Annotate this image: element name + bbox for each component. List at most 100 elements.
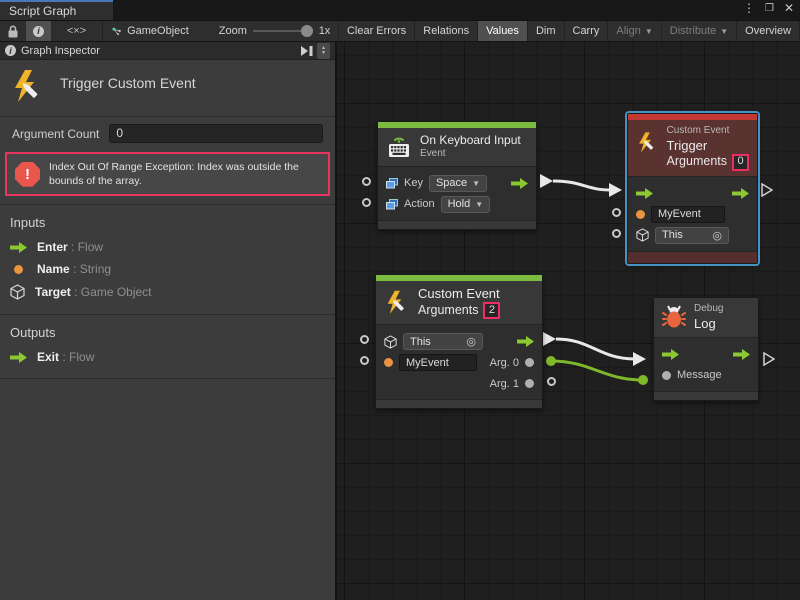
object-picker-icon[interactable]: ◎ [712, 229, 722, 242]
node-title: Log [694, 316, 723, 332]
node-footer [376, 399, 542, 408]
port-ce-target-input[interactable] [360, 335, 369, 344]
code-preview-button[interactable]: <×> [60, 21, 93, 41]
key-selector-icon [386, 199, 398, 210]
string-port[interactable] [384, 358, 393, 367]
inspector-toggle-button[interactable]: i [26, 21, 51, 41]
arg0-output-port[interactable] [525, 358, 534, 367]
action-port-row: Action Hold ▼ [378, 194, 536, 215]
graph-icon [112, 24, 122, 38]
node-header[interactable]: On Keyboard Input Event [378, 128, 536, 166]
maximize-icon[interactable]: ❒ [765, 3, 774, 14]
message-row: Message [654, 365, 758, 386]
node-footer [628, 251, 757, 263]
object-picker-icon[interactable]: ◎ [466, 335, 476, 348]
unity-script-graph-window: Script Graph ⋮ ❒ ✕ i <×> GameObject [0, 0, 800, 600]
node-category: Debug [694, 303, 723, 316]
port-ce-name-input[interactable] [360, 356, 369, 365]
node-title: Trigger [667, 138, 749, 154]
tab-script-graph[interactable]: Script Graph [0, 0, 113, 20]
distribute-button[interactable]: Distribute▼ [662, 21, 737, 41]
flow-input-port[interactable] [662, 349, 679, 360]
zoom-slider-handle[interactable] [301, 25, 313, 37]
target-dropdown[interactable]: This ◎ [655, 227, 729, 244]
custom-event-icon [636, 128, 659, 158]
wire-start-arrow [540, 174, 553, 188]
event-name-input[interactable]: MyEvent [399, 354, 477, 371]
arg1-output-port[interactable] [525, 379, 534, 388]
lock-button[interactable] [0, 21, 26, 41]
node-custom-event[interactable]: Custom Event Arguments 2 This [375, 274, 543, 409]
port-trigger-exit[interactable] [761, 183, 773, 197]
node-trigger-custom-event[interactable]: Custom Event Trigger Arguments 0 [627, 113, 758, 264]
clear-errors-button[interactable]: Clear Errors [339, 21, 415, 41]
error-icon: ! [15, 162, 40, 187]
custom-event-icon [10, 68, 46, 106]
chevron-down-icon: ▼ [475, 200, 483, 209]
message-label: Message [677, 369, 722, 381]
target-row: This ◎ [628, 225, 757, 246]
port-action-input[interactable] [362, 198, 371, 207]
wire-start-arrow [543, 332, 556, 346]
align-button[interactable]: Align▼ [608, 21, 661, 41]
close-icon[interactable]: ✕ [784, 1, 794, 15]
relations-button[interactable]: Relations [415, 21, 478, 41]
carry-button[interactable]: Carry [565, 21, 609, 41]
gameobject-cube-icon [10, 284, 25, 300]
error-message-text: Index Out Of Range Exception: Index was … [49, 160, 320, 188]
dim-button[interactable]: Dim [528, 21, 565, 41]
string-port[interactable] [636, 210, 645, 219]
key-port-row: Key Space ▼ [378, 173, 536, 194]
action-dropdown[interactable]: Hold ▼ [441, 196, 491, 213]
flow-input-port[interactable] [636, 188, 653, 199]
gameobject-reference-button[interactable]: GameObject [121, 21, 197, 41]
key-selector-icon [386, 178, 398, 189]
port-key-input[interactable] [362, 177, 371, 186]
error-message-box: ! Index Out Of Range Exception: Index wa… [5, 152, 330, 196]
arguments-count-field-error[interactable]: 0 [732, 154, 749, 171]
arguments-count-field-error[interactable]: 2 [483, 302, 500, 319]
message-input-port[interactable] [662, 371, 671, 380]
port-trigger-target-input[interactable] [612, 229, 621, 238]
flow-arrow-icon [10, 352, 27, 363]
node-header[interactable]: Debug Log [654, 298, 758, 337]
target-row: This ◎ [376, 331, 542, 352]
port-arg1-output[interactable] [547, 377, 556, 386]
graph-canvas[interactable]: On Keyboard Input Event Key Space ▼ [337, 42, 800, 600]
zoom-slider[interactable] [253, 30, 309, 32]
input-pin-enter: Enter : Flow [0, 236, 335, 258]
argument-count-input[interactable]: 0 [109, 124, 323, 143]
flow-output-port[interactable] [732, 188, 749, 199]
zoom-value: 1x [313, 21, 339, 41]
info-icon: i [5, 45, 16, 56]
flow-output-port[interactable] [511, 178, 528, 189]
argument-count-label: Argument Count [12, 127, 99, 141]
flow-arrow-icon [10, 242, 27, 253]
arg1-row: Arg. 1 [376, 373, 542, 394]
target-dropdown[interactable]: This ◎ [403, 333, 483, 350]
overview-button[interactable]: Overview [737, 21, 800, 41]
gameobject-cube-icon [384, 335, 397, 349]
node-debug-log[interactable]: Debug Log [653, 297, 759, 401]
flow-output-port[interactable] [517, 336, 534, 347]
graph-inspector-panel: i Graph Inspector ▲▼ [0, 42, 337, 600]
graph-inspector-header[interactable]: i Graph Inspector ▲▼ [0, 42, 335, 60]
chevron-down-icon: ▼ [472, 179, 480, 188]
more-menu-icon[interactable]: ⋮ [743, 1, 755, 15]
arguments-label: Arguments [667, 154, 727, 170]
node-header[interactable]: Custom Event Arguments 2 [376, 281, 542, 324]
node-header[interactable]: Custom Event Trigger Arguments 0 [628, 120, 757, 176]
values-button[interactable]: Values [478, 21, 528, 41]
wire-end-dot [638, 375, 648, 385]
arg0-label: Arg. 0 [490, 357, 519, 369]
key-dropdown[interactable]: Space ▼ [429, 175, 487, 192]
event-name-row: MyEvent [628, 204, 757, 225]
panel-spinner[interactable]: ▲▼ [317, 43, 330, 59]
port-trigger-name-input[interactable] [612, 208, 621, 217]
chevron-down-icon: ▼ [720, 27, 728, 36]
port-log-exit[interactable] [763, 352, 775, 366]
flow-output-port[interactable] [733, 349, 750, 360]
event-name-input[interactable]: MyEvent [651, 206, 725, 223]
node-on-keyboard-input[interactable]: On Keyboard Input Event Key Space ▼ [377, 121, 537, 230]
dock-panel-icon[interactable] [300, 45, 314, 57]
